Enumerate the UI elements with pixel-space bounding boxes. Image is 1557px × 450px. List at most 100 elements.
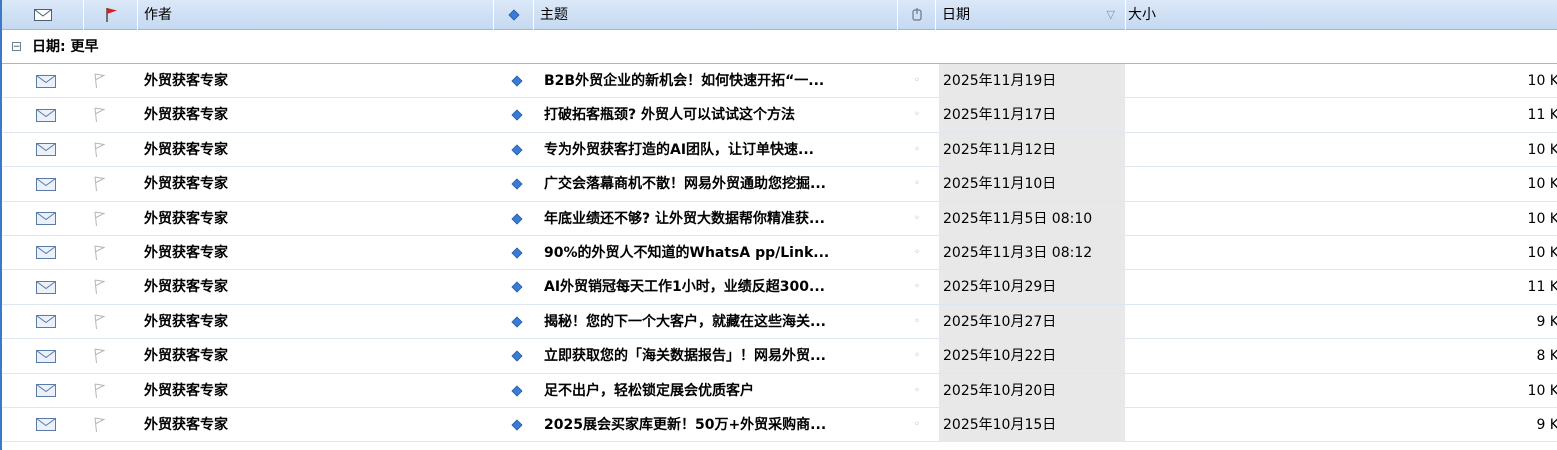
attachment-dot-icon: ◦ xyxy=(914,75,920,86)
flag-cell[interactable] xyxy=(88,236,110,270)
priority-diamond-icon xyxy=(511,178,523,190)
table-row[interactable]: 外贸获客专家 足不出户，轻松锁定展会优质客户 ◦ 2025年10月20日 10 … xyxy=(2,373,1557,408)
attachment-dot-icon: ◦ xyxy=(914,109,920,121)
mail-status-cell[interactable] xyxy=(32,64,60,98)
priority-cell xyxy=(508,270,526,304)
author-cell: 外贸获客专家 xyxy=(144,382,228,399)
table-row[interactable]: 外贸获客专家 立即获取您的「海关数据报告」！网易外贸... ◦ 2025年10月… xyxy=(2,339,1557,374)
attachment-dot-icon: ◦ xyxy=(914,384,920,396)
priority-cell xyxy=(508,202,526,236)
flag-cell[interactable] xyxy=(88,408,110,442)
attachment-dot-icon: ◦ xyxy=(914,315,920,327)
mail-status-cell[interactable] xyxy=(32,98,60,132)
subject-cell: 揭秘！您的下一个大客户，就藏在这些海关... xyxy=(544,313,826,330)
author-cell: 外贸获客专家 xyxy=(144,107,228,124)
table-row[interactable]: 外贸获客专家 年底业绩还不够? 让外贸大数据帮你精准获... ◦ 2025年11… xyxy=(2,201,1557,236)
flag-cell[interactable] xyxy=(88,270,110,304)
date-cell: 2025年11月3日 08:12 xyxy=(939,235,1125,270)
size-cell: 8 K xyxy=(1536,348,1557,365)
flag-cell[interactable] xyxy=(88,98,110,132)
author-cell: 外贸获客专家 xyxy=(144,416,228,433)
column-author[interactable]: 作者 xyxy=(138,0,494,30)
table-row[interactable]: 外贸获客专家 打破拓客瓶颈? 外贸人可以试试这个方法 ◦ 2025年11月17日… xyxy=(2,98,1557,133)
size-cell: 10 K xyxy=(1527,382,1557,399)
mail-status-cell[interactable] xyxy=(32,408,60,442)
priority-diamond-icon xyxy=(511,144,523,156)
table-row[interactable]: 外贸获客专家 专为外贸获客打造的AI团队，让订单快速... ◦ 2025年11月… xyxy=(2,132,1557,168)
author-cell: 外贸获客专家 xyxy=(144,176,228,193)
author-cell: 外贸获客专家 xyxy=(144,210,228,227)
column-date-label: 日期 xyxy=(942,7,970,23)
flag-outline-icon xyxy=(94,73,106,89)
date-cell: 2025年10月29日 xyxy=(939,270,1125,305)
group-header-earlier[interactable]: − 日期: 更早 xyxy=(2,30,1557,64)
table-row[interactable]: 外贸获客专家 广交会落幕商机不散！网易外贸通助您挖掘... ◦ 2025年11月… xyxy=(2,167,1557,202)
envelope-icon xyxy=(36,349,56,363)
flag-cell[interactable] xyxy=(88,339,110,373)
flag-icon xyxy=(105,8,117,22)
subject-cell: 足不出户，轻松锁定展会优质客户 xyxy=(544,382,754,399)
column-subject[interactable]: 主题 xyxy=(534,0,898,30)
priority-cell xyxy=(508,305,526,339)
mail-status-cell[interactable] xyxy=(32,133,60,167)
priority-diamond-icon xyxy=(511,384,523,397)
size-cell: 10 K xyxy=(1527,176,1557,193)
priority-diamond-icon xyxy=(511,109,523,121)
column-size[interactable]: 大小 xyxy=(1126,0,1557,30)
attachment-dot-icon: ◦ xyxy=(914,281,920,293)
flag-cell[interactable] xyxy=(88,133,110,167)
envelope-icon xyxy=(36,74,56,88)
mail-status-cell[interactable] xyxy=(32,270,60,304)
size-cell: 9 K xyxy=(1536,313,1557,330)
author-cell: 外贸获客专家 xyxy=(144,141,228,158)
mail-status-cell[interactable] xyxy=(32,167,60,201)
column-author-label: 作者 xyxy=(144,7,172,23)
flag-outline-icon xyxy=(94,245,106,261)
attachment-dot-icon: ◦ xyxy=(914,350,920,362)
priority-cell xyxy=(508,236,526,270)
column-mail-status[interactable] xyxy=(2,0,84,30)
attachment-dot-icon: ◦ xyxy=(914,143,920,155)
subject-cell: 2025展会买家库更新！50万+外贸采购商... xyxy=(544,416,827,433)
date-cell: 2025年10月20日 xyxy=(939,373,1125,408)
subject-cell: B2B外贸企业的新机会！如何快速开拓“一... xyxy=(544,73,825,89)
mail-status-cell[interactable] xyxy=(32,305,60,339)
attachment-dot-icon: ◦ xyxy=(914,178,920,190)
table-row[interactable]: 外贸获客专家 2025展会买家库更新！50万+外贸采购商... ◦ 2025年1… xyxy=(2,407,1557,443)
mail-status-cell[interactable] xyxy=(32,236,60,270)
flag-outline-icon xyxy=(94,211,106,226)
flag-cell[interactable] xyxy=(88,64,110,98)
size-cell: 11 K xyxy=(1527,107,1557,124)
priority-diamond-icon xyxy=(511,247,523,259)
subject-cell: AI外贸销冠每天工作1小时，业绩反超300... xyxy=(544,279,825,296)
size-cell: 10 K xyxy=(1527,73,1557,89)
mail-status-cell[interactable] xyxy=(32,339,60,373)
author-cell: 外贸获客专家 xyxy=(144,244,228,261)
column-attachment[interactable] xyxy=(898,0,936,30)
mail-status-cell[interactable] xyxy=(32,202,60,236)
column-flag[interactable] xyxy=(84,0,138,30)
subject-cell: 立即获取您的「海关数据报告」！网易外贸... xyxy=(544,348,826,365)
mail-status-cell[interactable] xyxy=(32,374,60,408)
table-row[interactable]: 外贸获客专家 揭秘！您的下一个大客户，就藏在这些海关... ◦ 2025年10月… xyxy=(2,304,1557,340)
attachment-dot-icon: ◦ xyxy=(914,212,920,224)
column-date[interactable]: 日期 ▽ xyxy=(936,0,1126,30)
priority-diamond-icon xyxy=(511,75,523,87)
subject-cell: 90%的外贸人不知道的WhatsA pp/Link... xyxy=(544,244,830,261)
table-row[interactable]: 外贸获客专家 AI外贸销冠每天工作1小时，业绩反超300... ◦ 2025年1… xyxy=(2,270,1557,305)
table-row[interactable]: 外贸获客专家 90%的外贸人不知道的WhatsA pp/Link... ◦ 20… xyxy=(2,235,1557,271)
envelope-icon xyxy=(36,212,56,226)
table-row[interactable]: 外贸获客专家 B2B外贸企业的新机会！如何快速开拓“一... ◦ 2025年11… xyxy=(2,64,1557,99)
column-size-label: 大小 xyxy=(1128,7,1156,23)
flag-outline-icon xyxy=(94,348,106,364)
author-cell: 外贸获客专家 xyxy=(144,73,228,89)
flag-cell[interactable] xyxy=(88,374,110,408)
flag-cell[interactable] xyxy=(88,202,110,236)
priority-diamond-icon xyxy=(511,212,523,225)
message-rows: 外贸获客专家 B2B外贸企业的新机会！如何快速开拓“一... ◦ 2025年11… xyxy=(2,64,1557,443)
priority-diamond-icon xyxy=(507,9,520,21)
collapse-toggle-icon[interactable]: − xyxy=(12,42,21,52)
column-priority[interactable] xyxy=(494,0,534,30)
flag-cell[interactable] xyxy=(88,167,110,201)
flag-cell[interactable] xyxy=(88,305,110,339)
